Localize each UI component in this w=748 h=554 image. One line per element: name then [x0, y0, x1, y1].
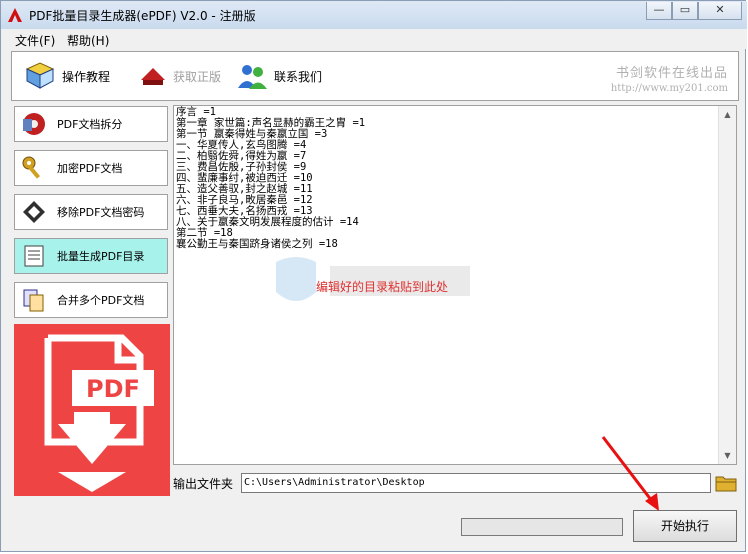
scroll-up-icon[interactable]: ▲	[719, 106, 736, 123]
document-list-icon	[24, 245, 44, 267]
app-logo-icon	[8, 8, 22, 22]
sidebar-item-encrypt[interactable]: 加密PDF文档	[14, 150, 168, 186]
sidebar-item-merge[interactable]: 合并多个PDF文档	[14, 282, 168, 318]
brand-line1: 书剑软件在线出品	[615, 66, 728, 81]
pdf-banner: PDF	[14, 324, 170, 496]
title-bar: PDF批量目录生成器(ePDF) V2.0 - 注册版 — ▭ ✕	[1, 1, 747, 29]
paste-hint: 编辑好的目录粘贴到此处	[316, 280, 449, 294]
sidebar-item-label: 移除PDF文档密码	[57, 206, 145, 219]
menu-help[interactable]: 帮助(H)	[67, 32, 109, 49]
book-tutorial-icon	[25, 62, 55, 89]
toolbar: 操作教程 获取正版 联系我们 书剑软件在线出品 http://www.my201…	[11, 51, 739, 101]
minimize-button[interactable]: —	[646, 2, 672, 20]
tutorial-button[interactable]: 操作教程	[24, 60, 110, 92]
brand-url: http://www.my201.com	[610, 83, 728, 94]
key-icon	[22, 156, 41, 179]
close-button[interactable]: ✕	[698, 2, 742, 20]
output-folder-label: 输出文件夹	[173, 477, 234, 491]
window-title: PDF批量目录生成器(ePDF) V2.0 - 注册版	[29, 9, 256, 23]
disc-split-icon	[23, 113, 45, 135]
pdf-document-icon: PDF	[44, 334, 154, 492]
editor-scrollbar[interactable]: ▲ ▼	[718, 106, 736, 464]
sidebar-item-split[interactable]: PDF文档拆分	[14, 106, 168, 142]
folder-browse-icon[interactable]	[715, 473, 737, 493]
toc-text[interactable]: 序言 =1 第一章 家世篇:声名显赫的霸王之胄 =1 第一节 嬴秦得姓与秦嬴立国…	[176, 107, 365, 250]
start-button[interactable]: 开始执行	[633, 510, 737, 542]
red-arrow-annotation	[601, 436, 659, 511]
pdf-banner-text: PDF	[86, 375, 140, 403]
sidebar-item-batch-toc[interactable]: 批量生成PDF目录	[14, 238, 168, 274]
people-contact-icon	[238, 65, 267, 89]
scroll-down-icon[interactable]: ▼	[719, 447, 736, 464]
remove-password-icon	[23, 201, 45, 223]
tutorial-label: 操作教程	[62, 69, 111, 84]
sidebar-item-remove-password[interactable]: 移除PDF文档密码	[14, 194, 168, 230]
license-hat-icon	[141, 68, 165, 85]
sidebar-item-label: PDF文档拆分	[57, 118, 123, 131]
app-window: PDF批量目录生成器(ePDF) V2.0 - 注册版 — ▭ ✕ 文件(F) …	[0, 0, 747, 552]
brand-text: 书剑软件在线出品 http://www.my201.com	[611, 62, 728, 94]
sidebar-item-label: 加密PDF文档	[57, 162, 123, 175]
maximize-button[interactable]: ▭	[672, 2, 698, 20]
menu-file[interactable]: 文件(F)	[15, 32, 55, 49]
sidebar-item-label: 合并多个PDF文档	[57, 294, 145, 307]
menu-bar: 文件(F) 帮助(H)	[1, 29, 747, 49]
merge-documents-icon	[23, 289, 44, 312]
toc-editor[interactable]: 序言 =1 第一章 家世篇:声名显赫的霸王之胄 =1 第一节 嬴秦得姓与秦嬴立国…	[173, 105, 737, 465]
sidebar-item-label: 批量生成PDF目录	[57, 250, 145, 263]
contact-label: 联系我们	[274, 69, 323, 84]
get-license-button[interactable]: 获取正版	[139, 60, 221, 92]
progress-bar	[461, 518, 623, 536]
contact-button[interactable]: 联系我们	[236, 60, 322, 92]
get-license-label: 获取正版	[173, 69, 222, 84]
